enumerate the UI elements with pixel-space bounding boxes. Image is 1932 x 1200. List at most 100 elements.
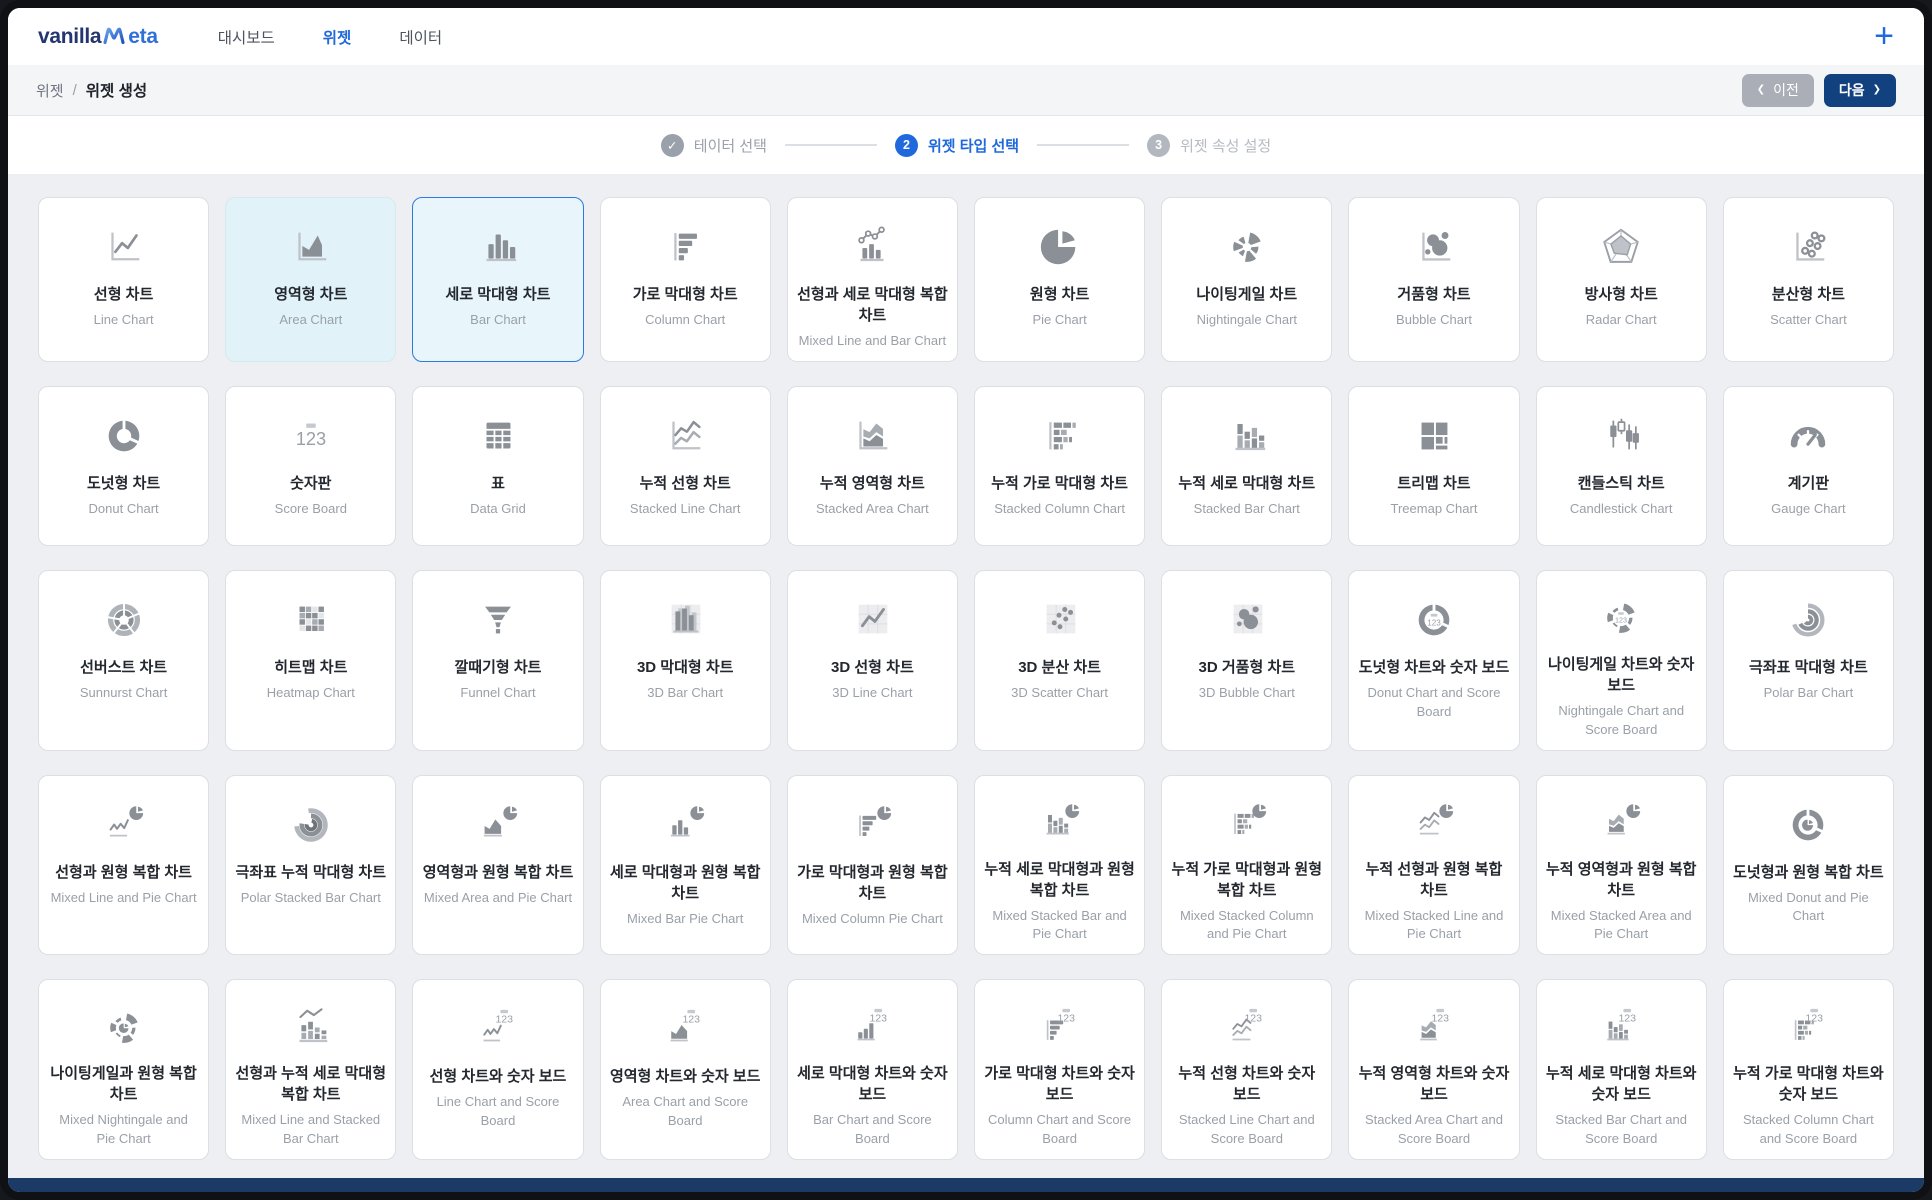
breadcrumb-parent[interactable]: 위젯 [36,80,64,101]
chart-card-polar-bar-chart[interactable]: 극좌표 막대형 차트Polar Bar Chart [1723,570,1894,751]
chart-card-stacked-line-pie-chart[interactable]: 누적 선형과 원형 복합 차트Mixed Stacked Line and Pi… [1348,775,1519,956]
card-title-en: Gauge Chart [1769,500,1847,519]
chart-card-bar-3d-chart[interactable]: 3D 막대형 차트3D Bar Chart [600,570,771,751]
svg-text:123: 123 [683,1014,701,1026]
chart-card-sunburst-chart[interactable]: 선버스트 차트Sunnurst Chart [38,570,209,751]
bubble-3d-chart-icon [1224,595,1270,645]
chart-card-nightingale-chart[interactable]: 나이팅게일 차트Nightingale Chart [1161,197,1332,362]
chart-card-line-3d-chart[interactable]: 3D 선형 차트3D Line Chart [787,570,958,751]
card-title-ko: 누적 선형 차트 [640,473,731,494]
donut-chart-icon [101,411,147,461]
bar-chart-icon [475,222,521,272]
card-title-ko: 히트맵 차트 [274,657,347,678]
card-title-ko: 3D 분산 차트 [1018,657,1101,678]
chart-card-stacked-column-pie-chart[interactable]: 누적 가로 막대형과 원형 복합 차트Mixed Stacked Column … [1161,775,1332,956]
line-3d-chart-icon [849,595,895,645]
main-menu: 대시보드 위젯 데이터 [218,26,442,48]
column-score-board-icon: 123 [1037,1004,1083,1051]
stepper: ✓ 테이터 선택 2 위젯 타입 선택 3 위젯 속성 설정 [8,116,1924,175]
card-title-en: Line Chart [92,311,156,330]
brand-logo[interactable]: vanilla eta [38,25,158,49]
gauge-chart-icon [1785,411,1831,461]
chart-card-funnel-chart[interactable]: 깔때기형 차트Funnel Chart [412,570,583,751]
page-actions: ❮ 이전 다음 ❯ [1742,74,1896,107]
menu-item-widget[interactable]: 위젯 [323,26,352,48]
chart-card-stacked-area-score-board[interactable]: 123누적 영역형 차트와 숫자 보드Stacked Area Chart an… [1348,979,1519,1160]
chart-card-stacked-line-chart[interactable]: 누적 선형 차트Stacked Line Chart [600,386,771,546]
chart-card-mixed-line-bar-chart[interactable]: 선형과 세로 막대형 복합 차트Mixed Line and Bar Chart [787,197,958,362]
chart-card-column-score-board[interactable]: 123가로 막대형 차트와 숫자 보드Column Chart and Scor… [974,979,1145,1160]
step-widget-props[interactable]: 3 위젯 속성 설정 [1147,134,1271,157]
chart-card-donut-score-board[interactable]: 123도넛형 차트와 숫자 보드Donut Chart and Score Bo… [1348,570,1519,751]
radar-chart-icon [1598,222,1644,272]
card-title-en: Column Chart [643,311,727,330]
chart-card-column-pie-chart[interactable]: 가로 막대형과 원형 복합 차트Mixed Column Pie Chart [787,775,958,956]
chart-card-nightingale-pie-chart[interactable]: 나이팅게일과 원형 복합 차트Mixed Nightingale and Pie… [38,979,209,1160]
card-title-en: Treemap Chart [1389,500,1480,519]
chart-card-area-score-board[interactable]: 123영역형 차트와 숫자 보드Area Chart and Score Boa… [600,979,771,1160]
chart-card-heatmap-chart[interactable]: 히트맵 차트Heatmap Chart [225,570,396,751]
chart-card-stacked-area-chart[interactable]: 누적 영역형 차트Stacked Area Chart [787,386,958,546]
chart-card-stacked-line-score-board[interactable]: 123누적 선형 차트와 숫자 보드Stacked Line Chart and… [1161,979,1332,1160]
card-title-en: 3D Bubble Chart [1197,684,1297,703]
chart-card-line-chart[interactable]: 선형 차트Line Chart [38,197,209,362]
card-title-en: Mixed Stacked Area and Pie Chart [1545,907,1698,945]
svg-text:123: 123 [1615,617,1627,625]
chart-card-treemap-chart[interactable]: 트리맵 차트 Treemap Chart [1348,386,1519,546]
step-widget-type[interactable]: 2 위젯 타입 선택 [895,134,1019,157]
chart-card-score-board[interactable]: 123숫자판Score Board [225,386,396,546]
card-title-ko: 도넛형과 원형 복합 차트 [1733,862,1884,883]
chart-card-bubble-3d-chart[interactable]: 3D 거품형 차트3D Bubble Chart [1161,570,1332,751]
card-title-ko: 극좌표 막대형 차트 [1749,657,1868,678]
chart-card-gauge-chart[interactable]: 계기판Gauge Chart [1723,386,1894,546]
chart-card-area-chart[interactable]: 영역형 차트Area Chart [225,197,396,362]
card-title-ko: 선형과 원형 복합 차트 [55,862,192,883]
chart-card-data-grid[interactable]: 표Data Grid [412,386,583,546]
chart-card-donut-chart[interactable]: 도넛형 차트Donut Chart [38,386,209,546]
add-button[interactable]: + [1874,21,1894,52]
stacked-area-pie-chart-icon [1598,800,1644,847]
chart-card-pie-chart[interactable]: 원형 차트Pie Chart [974,197,1145,362]
chart-card-line-stacked-bar-chart[interactable]: 선형과 누적 세로 막대형 복합 차트Mixed Line and Stacke… [225,979,396,1160]
card-title-ko: 트리맵 차트 [1397,473,1470,494]
chart-card-bubble-chart[interactable]: 거품형 차트Bubble Chart [1348,197,1519,362]
column-pie-chart-icon [849,800,895,850]
scatter-3d-chart-icon [1037,595,1083,645]
chart-card-candlestick-chart[interactable]: 캔들스틱 차트Candlestick Chart [1536,386,1707,546]
card-title-ko: 가로 막대형 차트 [633,284,738,305]
chart-card-column-chart[interactable]: 가로 막대형 차트 Column Chart [600,197,771,362]
menu-item-data[interactable]: 데이터 [399,26,442,48]
chart-card-scatter-chart[interactable]: 분산형 차트Scatter Chart [1723,197,1894,362]
chart-card-bar-pie-chart[interactable]: 세로 막대형과 원형 복합 차트Mixed Bar Pie Chart [600,775,771,956]
chart-type-grid: 선형 차트Line Chart영역형 차트Area Chart세로 막대형 차트… [8,175,1924,1178]
donut-score-board-icon: 123 [1411,595,1457,645]
chart-card-polar-stacked-bar-chart[interactable]: 극좌표 누적 막대형 차트Polar Stacked Bar Chart [225,775,396,956]
chart-card-stacked-column-score-board[interactable]: 123누적 가로 막대형 차트와 숫자 보드Stacked Column Cha… [1723,979,1894,1160]
chart-card-area-pie-chart[interactable]: 영역형과 원형 복합 차트Mixed Area and Pie Chart [412,775,583,956]
card-title-en: Donut Chart [87,500,161,519]
card-title-ko: 3D 선형 차트 [831,657,914,678]
chart-card-bar-score-board[interactable]: 123세로 막대형 차트와 숫자 보드Bar Chart and Score B… [787,979,958,1160]
chart-card-stacked-bar-chart[interactable]: 누적 세로 막대형 차트Stacked Bar Chart [1161,386,1332,546]
chart-card-stacked-area-pie-chart[interactable]: 누적 영역형과 원형 복합 차트Mixed Stacked Area and P… [1536,775,1707,956]
chart-card-scatter-3d-chart[interactable]: 3D 분산 차트3D Scatter Chart [974,570,1145,751]
chart-card-stacked-bar-pie-chart[interactable]: 누적 세로 막대형과 원형 복합 차트Mixed Stacked Bar and… [974,775,1145,956]
chart-card-bar-chart[interactable]: 세로 막대형 차트Bar Chart [412,197,583,362]
chart-card-line-score-board[interactable]: 123선형 차트와 숫자 보드Line Chart and Score Boar… [412,979,583,1160]
chart-card-nightingale-score-board[interactable]: 123나이팅게일 차트와 숫자 보드Nightingale Chart and … [1536,570,1707,751]
stacked-line-score-board-icon: 123 [1224,1004,1270,1051]
chart-card-stacked-column-chart[interactable]: 누적 가로 막대형 차트Stacked Column Chart [974,386,1145,546]
next-button[interactable]: 다음 ❯ [1824,74,1896,107]
chart-card-radar-chart[interactable]: 방사형 차트Radar Chart [1536,197,1707,362]
candlestick-chart-icon [1598,411,1644,461]
chart-card-line-pie-chart[interactable]: 선형과 원형 복합 차트Mixed Line and Pie Chart [38,775,209,956]
chart-card-stacked-bar-score-board[interactable]: 123누적 세로 막대형 차트와 숫자 보드Stacked Bar Chart … [1536,979,1707,1160]
card-title-en: Column Chart and Score Board [983,1111,1136,1149]
prev-button[interactable]: ❮ 이전 [1742,74,1814,107]
menu-item-dashboard[interactable]: 대시보드 [218,26,275,48]
chart-card-donut-pie-chart[interactable]: 도넛형과 원형 복합 차트Mixed Donut and Pie Chart [1723,775,1894,956]
polar-bar-chart-icon [1785,595,1831,645]
step-data-select[interactable]: ✓ 테이터 선택 [661,134,767,157]
card-title-en: Sunnurst Chart [78,684,169,703]
card-title-ko: 나이팅게일 차트 [1196,284,1297,305]
